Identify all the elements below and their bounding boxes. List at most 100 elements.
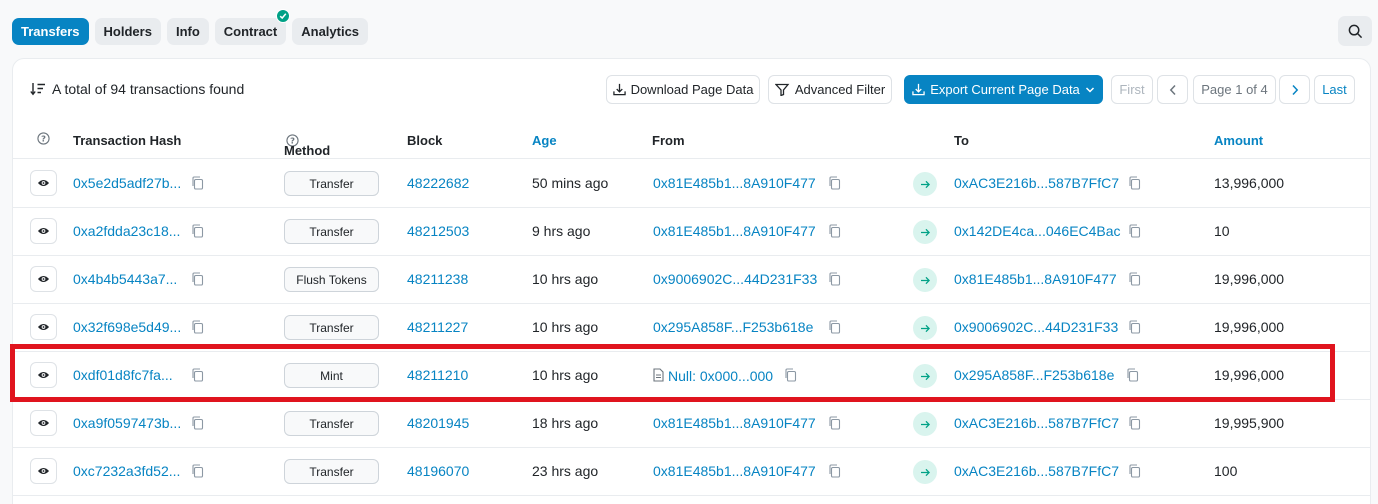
block-link[interactable]: 48211238	[407, 271, 468, 287]
download-icon	[912, 83, 925, 96]
eye-icon[interactable]	[30, 410, 57, 436]
transaction-hash-link[interactable]: 0xc7232a3fd52...	[73, 463, 180, 479]
arrow-right-icon	[913, 220, 937, 244]
method-badge: Transfer	[284, 219, 379, 244]
last-page-button[interactable]: Last	[1314, 75, 1355, 104]
method-badge: Flush Tokens	[284, 267, 379, 292]
transaction-hash-link[interactable]: 0xa9f0597473b...	[73, 415, 181, 431]
copy-icon[interactable]	[191, 272, 204, 286]
tab-label: Info	[175, 24, 200, 39]
column-header-age[interactable]: Age	[532, 133, 557, 148]
first-page-button[interactable]: First	[1111, 75, 1153, 104]
last-page-label: Last	[1322, 82, 1347, 97]
to-address-link[interactable]: 0x295A858F...F253b618e	[954, 367, 1114, 383]
prev-page-button[interactable]	[1157, 75, 1188, 104]
to-address-link[interactable]: 0xAC3E216b...587B7FfC7	[954, 463, 1119, 479]
help-icon[interactable]: ?	[37, 132, 50, 148]
eye-icon[interactable]	[30, 170, 57, 196]
copy-icon[interactable]	[828, 272, 841, 286]
copy-icon[interactable]	[784, 368, 797, 382]
to-address-link[interactable]: 0xAC3E216b...587B7FfC7	[954, 415, 1119, 431]
tab-bar: Transfers Holders Info Contract Analytic…	[12, 9, 369, 45]
tab-holders[interactable]: Holders	[94, 18, 161, 45]
transaction-hash-link[interactable]: 0x5e2d5adf27b...	[73, 175, 181, 191]
arrow-right-icon	[913, 316, 937, 340]
search-button[interactable]	[1338, 16, 1372, 46]
copy-icon[interactable]	[828, 176, 841, 190]
transaction-hash-link[interactable]: 0x32f698e5d49...	[73, 319, 181, 335]
block-link[interactable]: 48212503	[407, 223, 469, 239]
advanced-filter-button[interactable]: Advanced Filter	[768, 75, 892, 104]
column-header-block: Block	[407, 133, 443, 148]
table-row: 0x5e2d5adf27b... Transfer 48222682 50 mi…	[13, 160, 1370, 208]
to-address-link[interactable]: 0x81E485b1...8A910F477	[954, 271, 1117, 287]
age-text: 9 hrs ago	[532, 223, 591, 239]
eye-icon[interactable]	[30, 458, 57, 484]
copy-icon[interactable]	[191, 320, 204, 334]
tab-info[interactable]: Info	[166, 18, 209, 45]
transaction-hash-link[interactable]: 0xdf01d8fc7fa...	[73, 367, 173, 383]
amount-text: 19,996,000	[1214, 319, 1285, 335]
copy-icon[interactable]	[828, 416, 841, 430]
eye-icon[interactable]	[30, 314, 57, 340]
amount-text: 13,996,000	[1214, 175, 1285, 191]
copy-icon[interactable]	[1128, 176, 1141, 190]
from-address-link[interactable]: 0x81E485b1...8A910F477	[653, 175, 816, 191]
copy-icon[interactable]	[1128, 416, 1141, 430]
from-address-link[interactable]: 0x9006902C...44D231F33	[653, 271, 817, 287]
from-address-link[interactable]: 0x81E485b1...8A910F477	[653, 463, 816, 479]
copy-icon[interactable]	[1128, 320, 1141, 334]
eye-icon[interactable]	[30, 266, 57, 292]
from-address-link[interactable]: 0x81E485b1...8A910F477	[653, 223, 816, 239]
from-address-link[interactable]: Null: 0x000...000	[668, 368, 773, 384]
to-address-link[interactable]: 0x142DE4ca...046EC4Bac	[954, 223, 1121, 239]
from-address: 0x81E485b1...8A910F477	[653, 175, 816, 191]
column-header-hash: Transaction Hash	[73, 133, 182, 148]
copy-icon[interactable]	[1126, 368, 1139, 382]
download-icon	[612, 83, 626, 96]
copy-icon[interactable]	[191, 464, 204, 478]
block-link[interactable]: 48211227	[407, 319, 468, 335]
copy-icon[interactable]	[191, 368, 204, 382]
block-link[interactable]: 48196070	[407, 463, 469, 479]
column-header-amount[interactable]: Amount	[1214, 133, 1263, 148]
transaction-hash-link[interactable]: 0x4b4b5443a7...	[73, 271, 177, 287]
method-badge: Transfer	[284, 315, 379, 340]
amount-text: 19,996,000	[1214, 271, 1285, 287]
export-page-data-button[interactable]: Export Current Page Data	[904, 75, 1103, 104]
age-text: 10 hrs ago	[532, 271, 599, 287]
chevron-left-icon	[1169, 84, 1176, 95]
transaction-hash-link[interactable]: 0xa2fdda23c18...	[73, 223, 180, 239]
tab-analytics[interactable]: Analytics	[292, 18, 369, 45]
copy-icon[interactable]	[1128, 464, 1141, 478]
block-link[interactable]: 48222682	[407, 175, 469, 191]
tab-label: Transfers	[21, 24, 80, 39]
copy-icon[interactable]	[191, 224, 204, 238]
eye-icon[interactable]	[30, 362, 57, 388]
from-address-link[interactable]: 0x295A858F...F253b618e	[653, 319, 813, 335]
arrow-right-icon	[913, 172, 937, 196]
method-header-label: Method	[284, 143, 331, 158]
table-row: 0xa2fdda23c18... Transfer 48212503 9 hrs…	[13, 208, 1370, 256]
copy-icon[interactable]	[1128, 272, 1141, 286]
next-page-button[interactable]	[1279, 75, 1310, 104]
tab-transfers[interactable]: Transfers	[12, 18, 89, 45]
block-link[interactable]: 48201945	[407, 415, 469, 431]
copy-icon[interactable]	[828, 224, 841, 238]
sort-icon	[30, 83, 45, 96]
age-text: 50 mins ago	[532, 175, 609, 191]
copy-icon[interactable]	[828, 320, 841, 334]
block-link[interactable]: 48211210	[407, 367, 468, 383]
copy-icon[interactable]	[1128, 224, 1141, 238]
table-row: 0xa9f0597473b... Transfer 48201945 18 hr…	[13, 400, 1370, 448]
from-address-link[interactable]: 0x81E485b1...8A910F477	[653, 415, 816, 431]
to-address-link[interactable]: 0x9006902C...44D231F33	[954, 319, 1118, 335]
download-page-data-button[interactable]: Download Page Data	[606, 75, 760, 104]
copy-icon[interactable]	[828, 464, 841, 478]
tab-contract[interactable]: Contract	[214, 9, 291, 45]
copy-icon[interactable]	[191, 176, 204, 190]
eye-icon[interactable]	[30, 218, 57, 244]
from-address: 0x9006902C...44D231F33	[653, 271, 817, 287]
to-address-link[interactable]: 0xAC3E216b...587B7FfC7	[954, 175, 1119, 191]
copy-icon[interactable]	[191, 416, 204, 430]
